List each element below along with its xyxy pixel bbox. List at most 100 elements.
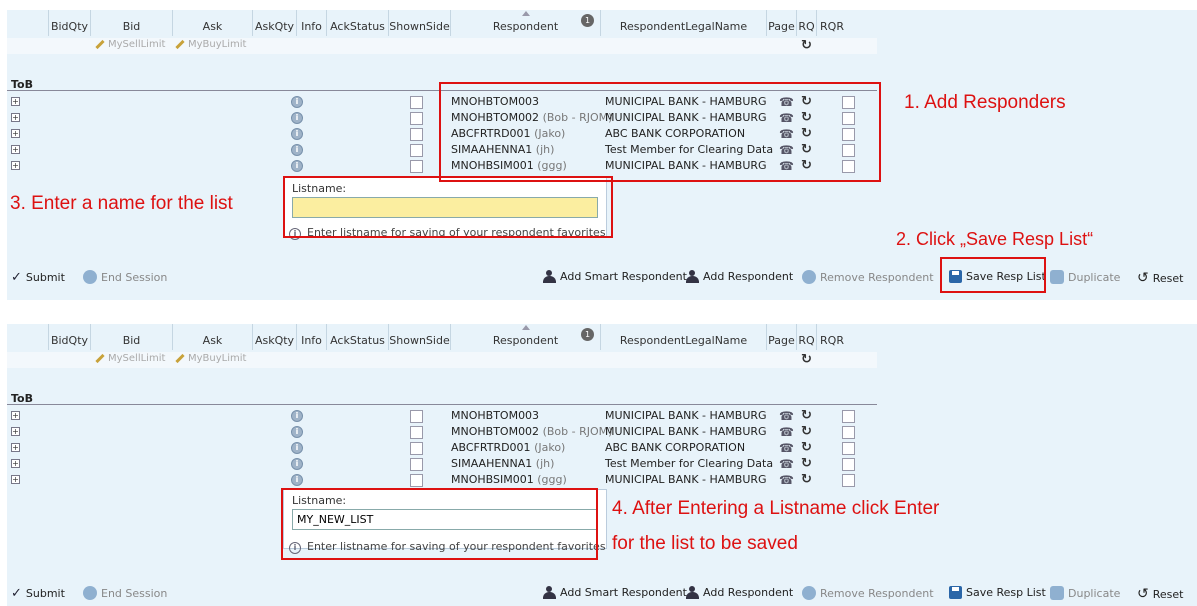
table-row[interactable]: + i MNOHBTOM003 MUNICIPAL BANK - HAMBURG… — [7, 408, 877, 424]
col-ask[interactable]: Ask — [173, 10, 253, 36]
col-rq[interactable]: RQ — [797, 324, 817, 350]
expand-icon[interactable]: + — [11, 97, 20, 106]
sell-limit-label: MySellLimit — [108, 39, 166, 50]
info-icon[interactable]: i — [291, 442, 303, 454]
duplicate-button[interactable]: Duplicate — [1050, 586, 1120, 600]
col-bid[interactable]: Bid — [91, 10, 173, 36]
col-page[interactable]: Page — [767, 324, 797, 350]
col-ackstatus[interactable]: AckStatus — [327, 324, 389, 350]
expand-icon[interactable]: + — [11, 459, 20, 468]
table-row[interactable]: + i MNOHBSIM001 (ggg) MUNICIPAL BANK - H… — [7, 472, 877, 488]
col-bid[interactable]: Bid — [91, 324, 173, 350]
sell-limit-field[interactable]: MySellLimit — [95, 39, 165, 50]
buy-limit-field[interactable]: MyBuyLimit — [175, 39, 246, 50]
col-legalname[interactable]: RespondentLegalName — [601, 10, 767, 36]
col-page[interactable]: Page — [767, 10, 797, 36]
table-row[interactable]: + i ABCFRTRD001 (Jako) ABC BANK CORPORAT… — [7, 440, 877, 456]
expand-icon[interactable]: + — [11, 475, 20, 484]
col-bidqty[interactable]: BidQty — [49, 324, 91, 350]
expand-icon[interactable]: + — [11, 145, 20, 154]
col-legalname[interactable]: RespondentLegalName — [601, 324, 767, 350]
col-rq[interactable]: RQ — [797, 10, 817, 36]
shownside-checkbox[interactable] — [410, 474, 423, 487]
shownside-checkbox[interactable] — [410, 128, 423, 141]
expand-icon[interactable]: + — [11, 411, 20, 420]
duplicate-button[interactable]: Duplicate — [1050, 270, 1120, 284]
col-askqty[interactable]: AskQty — [253, 324, 297, 350]
shownside-checkbox[interactable] — [410, 160, 423, 173]
add-smart-respondent-button[interactable]: Add Smart Respondent — [543, 270, 687, 283]
col-info[interactable]: Info — [297, 324, 327, 350]
page-icon[interactable]: ☎ — [779, 441, 794, 455]
buy-limit-field[interactable]: MyBuyLimit — [175, 353, 246, 364]
remove-respondent-button[interactable]: Remove Respondent — [802, 270, 934, 284]
page-icon[interactable]: ☎ — [779, 457, 794, 471]
page-icon[interactable]: ☎ — [779, 409, 794, 423]
expand-icon[interactable]: + — [11, 427, 20, 436]
col-shownside[interactable]: ShownSide — [389, 324, 451, 350]
highlight-save-resp-list — [940, 257, 1046, 293]
shownside-checkbox[interactable] — [410, 96, 423, 109]
add-respondent-button[interactable]: Add Respondent — [686, 586, 793, 599]
remove-respondent-button[interactable]: Remove Respondent — [802, 586, 934, 600]
col-rqr[interactable]: RQR — [817, 324, 847, 350]
refresh-all-icon[interactable]: ↻ — [801, 38, 812, 53]
col-respondent[interactable]: Respondent 1 — [451, 10, 601, 36]
submit-button[interactable]: ✓ Submit — [11, 586, 65, 601]
reset-button[interactable]: ↺ Reset — [1137, 586, 1183, 602]
info-icon[interactable]: i — [291, 458, 303, 470]
expand-icon[interactable]: + — [11, 161, 20, 170]
col-bidqty[interactable]: BidQty — [49, 10, 91, 36]
rqr-checkbox[interactable] — [842, 442, 855, 455]
reset-button[interactable]: ↺ Reset — [1137, 270, 1183, 286]
shownside-checkbox[interactable] — [410, 410, 423, 423]
col-respondent[interactable]: Respondent 1 — [451, 324, 601, 350]
refresh-all-icon[interactable]: ↻ — [801, 352, 812, 367]
duplicate-label: Duplicate — [1068, 270, 1121, 284]
rqr-checkbox[interactable] — [842, 410, 855, 423]
respondent-cell: ABCFRTRD001 (Jako) — [451, 441, 566, 454]
shownside-checkbox[interactable] — [410, 458, 423, 471]
info-icon[interactable]: i — [291, 474, 303, 486]
save-resp-list-button[interactable]: Save Resp List — [949, 586, 1046, 599]
shownside-checkbox[interactable] — [410, 112, 423, 125]
col-rqr[interactable]: RQR — [817, 10, 847, 36]
shownside-checkbox[interactable] — [410, 442, 423, 455]
info-icon[interactable]: i — [291, 426, 303, 438]
refresh-icon[interactable]: ↻ — [801, 408, 812, 423]
add-respondent-button[interactable]: Add Respondent — [686, 270, 793, 283]
expand-icon[interactable]: + — [11, 113, 20, 122]
col-shownside[interactable]: ShownSide — [389, 10, 451, 36]
refresh-icon[interactable]: ↻ — [801, 424, 812, 439]
rqr-checkbox[interactable] — [842, 426, 855, 439]
col-ackstatus[interactable]: AckStatus — [327, 10, 389, 36]
col-ask[interactable]: Ask — [173, 324, 253, 350]
respondent-count-badge: 1 — [581, 14, 594, 27]
rqr-checkbox[interactable] — [842, 474, 855, 487]
page-icon[interactable]: ☎ — [779, 425, 794, 439]
refresh-icon[interactable]: ↻ — [801, 440, 812, 455]
table-row[interactable]: + i MNOHBTOM002 (Bob - RJOM) MUNICIPAL B… — [7, 424, 877, 440]
end-session-button[interactable]: End Session — [83, 586, 167, 600]
info-icon[interactable]: i — [291, 410, 303, 422]
page-icon[interactable]: ☎ — [779, 473, 794, 487]
info-icon[interactable]: i — [291, 112, 303, 124]
refresh-icon[interactable]: ↻ — [801, 456, 812, 471]
expand-icon[interactable]: + — [11, 443, 20, 452]
info-icon[interactable]: i — [291, 144, 303, 156]
end-session-button[interactable]: End Session — [83, 270, 167, 284]
shownside-checkbox[interactable] — [410, 426, 423, 439]
expand-icon[interactable]: + — [11, 129, 20, 138]
rqr-checkbox[interactable] — [842, 458, 855, 471]
info-icon[interactable]: i — [291, 128, 303, 140]
sell-limit-field[interactable]: MySellLimit — [95, 353, 165, 364]
add-smart-respondent-button[interactable]: Add Smart Respondent — [543, 586, 687, 599]
shownside-checkbox[interactable] — [410, 144, 423, 157]
col-info[interactable]: Info — [297, 10, 327, 36]
info-icon[interactable]: i — [291, 160, 303, 172]
info-icon[interactable]: i — [291, 96, 303, 108]
refresh-icon[interactable]: ↻ — [801, 472, 812, 487]
table-row[interactable]: + i SIMAAHENNA1 (jh) Test Member for Cle… — [7, 456, 877, 472]
col-askqty[interactable]: AskQty — [253, 10, 297, 36]
submit-button[interactable]: ✓ Submit — [11, 270, 65, 285]
